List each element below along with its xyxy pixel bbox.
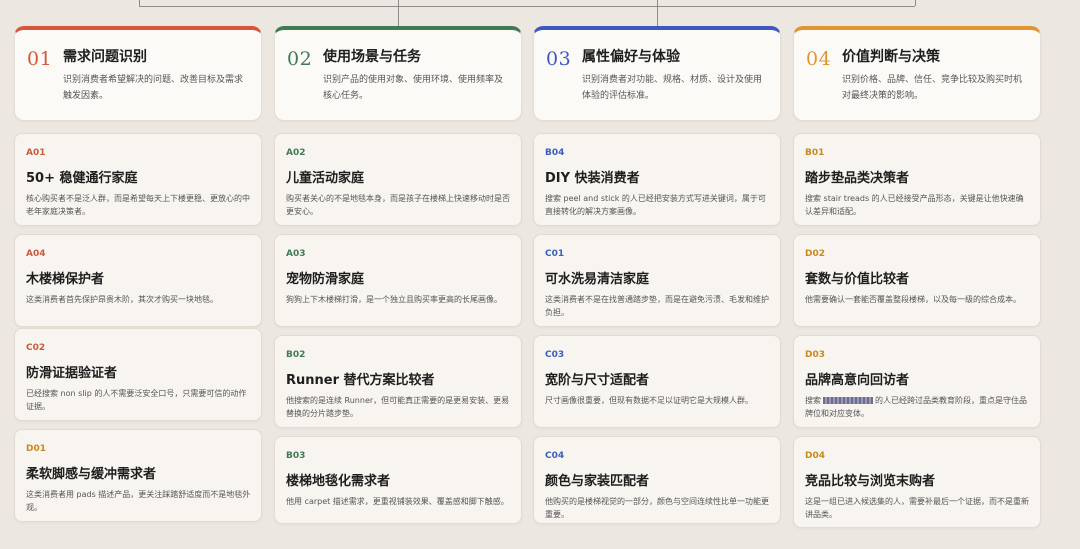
- persona-code: B03: [286, 451, 306, 461]
- column-number: 03: [546, 48, 572, 70]
- persona-card[interactable]: C03 宽阶与尺寸适配者 尺寸画像很重要，但现有数据不足以证明它是大规模人群。: [533, 335, 781, 428]
- persona-description: 这类消费者首先保护昂贵木阶，其次才购买一块地毯。: [26, 295, 218, 304]
- persona-description: 核心购买者不是泛人群，而是希望每天上下楼更稳、更放心的中老年家庭决策者。: [26, 194, 250, 216]
- persona-title: Runner 替代方案比较者: [286, 373, 435, 388]
- persona-description: 这类消费者用 pads 描述产品，更关注踩踏舒适度而不是地毯外观。: [26, 490, 251, 512]
- persona-title: 套数与价值比较者: [805, 272, 910, 287]
- persona-code: D03: [805, 350, 825, 360]
- persona-code: C02: [26, 343, 46, 353]
- persona-title: DIY 快装消费者: [545, 171, 640, 186]
- connector-horizontal-line: [139, 6, 915, 7]
- persona-title: 木楼梯保护者: [26, 272, 105, 287]
- persona-description: 他搜索的是连续 Runner，但可能真正需要的是更易安装、更易替换的分片踏步垫。: [286, 396, 510, 418]
- column-description: 识别价格、品牌、信任、竞争比较及购买时机对最终决策的影响。: [842, 75, 1023, 101]
- persona-description: 他购买的是楼梯视觉的一部分，颜色与空间连续性比单一功能更重要。: [545, 497, 769, 519]
- column-header: 02 使用场景与任务 识别产品的使用对象、使用环境、使用频率及核心任务。: [274, 26, 522, 121]
- column-header: 04 价值判断与决策 识别价格、品牌、信任、竞争比较及购买时机对最终决策的影响。: [793, 26, 1041, 121]
- persona-code: B01: [805, 148, 825, 158]
- persona-card[interactable]: B02 Runner 替代方案比较者 他搜索的是连续 Runner，但可能真正需…: [274, 335, 522, 428]
- persona-code: B02: [286, 350, 306, 360]
- column-3: 03 属性偏好与体验 识别消费者对功能、规格、材质、设计及使用体验的评估标准。 …: [533, 26, 781, 524]
- column-description: 识别消费者希望解决的问题、改善目标及需求触发因素。: [63, 75, 244, 101]
- column-title: 需求问题识别: [63, 49, 147, 65]
- persona-card[interactable]: B04 DIY 快装消费者 搜索 peel and stick 的人已经把安装方…: [533, 133, 781, 226]
- persona-description: 购买者关心的不是地毯本身，而是孩子在楼梯上快速移动时是否更安心。: [286, 194, 510, 216]
- column-description: 识别产品的使用对象、使用环境、使用频率及核心任务。: [323, 75, 504, 101]
- column-1: 01 需求问题识别 识别消费者希望解决的问题、改善目标及需求触发因素。 A01 …: [14, 26, 262, 522]
- persona-title: 儿童活动家庭: [286, 171, 365, 186]
- persona-code: D04: [805, 451, 825, 461]
- column-number: 01: [27, 48, 53, 70]
- persona-code: D02: [805, 249, 825, 259]
- persona-title: 50+ 稳健通行家庭: [26, 171, 138, 186]
- persona-card[interactable]: B03 楼梯地毯化需求者 他用 carpet 描述需求，更重视铺装效果、覆盖感和…: [274, 436, 522, 524]
- persona-code: C04: [545, 451, 565, 461]
- persona-card[interactable]: C01 可水洗易清洁家庭 这类消费者不是在找普通踏步垫，而是在避免污渍、毛发和维…: [533, 234, 781, 327]
- description-prefix: 搜索: [805, 396, 821, 405]
- connector-drop: [398, 6, 399, 26]
- persona-code: B04: [545, 148, 565, 158]
- redacted-keyword: [823, 397, 873, 404]
- column-header: 03 属性偏好与体验 识别消费者对功能、规格、材质、设计及使用体验的评估标准。: [533, 26, 781, 121]
- persona-title: 品牌高意向回访者: [805, 373, 910, 388]
- persona-title: 竞品比较与浏览末购者: [805, 474, 936, 489]
- persona-description: 这是一组已进入候选集的人，需要补最后一个证据，而不是重新讲品类。: [805, 497, 1029, 519]
- column-description: 识别消费者对功能、规格、材质、设计及使用体验的评估标准。: [582, 75, 763, 101]
- connector-stub: [915, 0, 916, 6]
- persona-card[interactable]: B01 踏步垫品类决策者 搜索 stair treads 的人已经接受产品形态，…: [793, 133, 1041, 226]
- persona-code: A04: [26, 249, 46, 259]
- persona-card[interactable]: D04 竞品比较与浏览末购者 这是一组已进入候选集的人，需要补最后一个证据，而不…: [793, 436, 1041, 528]
- persona-code: A02: [286, 148, 306, 158]
- persona-card[interactable]: A01 50+ 稳健通行家庭 核心购买者不是泛人群，而是希望每天上下楼更稳、更放…: [14, 133, 262, 226]
- persona-description: 搜索 的人已经跨过品类教育阶段，重点是守住品牌位和对应变体。: [805, 394, 1030, 420]
- column-title: 使用场景与任务: [323, 49, 421, 65]
- persona-card[interactable]: D01 柔软脚感与缓冲需求者 这类消费者用 pads 描述产品，更关注踩踏舒适度…: [14, 429, 262, 522]
- connector-drop: [657, 6, 658, 26]
- persona-title: 宠物防滑家庭: [286, 272, 365, 287]
- persona-code: A01: [26, 148, 46, 158]
- persona-card[interactable]: C04 颜色与家装匹配者 他购买的是楼梯视觉的一部分，颜色与空间连续性比单一功能…: [533, 436, 781, 524]
- persona-description: 搜索 peel and stick 的人已经把安装方式写进关键词，属于可直接转化…: [545, 194, 766, 216]
- persona-title: 宽阶与尺寸适配者: [545, 373, 650, 388]
- persona-title: 楼梯地毯化需求者: [286, 474, 391, 489]
- persona-description: 尺寸画像很重要，但现有数据不足以证明它是大规模人群。: [545, 396, 753, 405]
- persona-code: D01: [26, 444, 46, 454]
- persona-description: 这类消费者不是在找普通踏步垫，而是在避免污渍、毛发和维护负担。: [545, 295, 769, 317]
- persona-card[interactable]: A04 木楼梯保护者 这类消费者首先保护昂贵木阶，其次才购买一块地毯。: [14, 234, 262, 327]
- column-4: 04 价值判断与决策 识别价格、品牌、信任、竞争比较及购买时机对最终决策的影响。…: [793, 26, 1041, 528]
- persona-title: 踏步垫品类决策者: [805, 171, 910, 186]
- column-header: 01 需求问题识别 识别消费者希望解决的问题、改善目标及需求触发因素。: [14, 26, 262, 121]
- column-2: 02 使用场景与任务 识别产品的使用对象、使用环境、使用频率及核心任务。 A02…: [274, 26, 522, 524]
- persona-code: C01: [545, 249, 565, 259]
- persona-description: 他需要确认一套能否覆盖整段楼梯，以及每一级的综合成本。: [805, 295, 1021, 304]
- persona-card[interactable]: A03 宠物防滑家庭 狗狗上下木楼梯打滑，是一个独立且购买率更高的长尾画像。: [274, 234, 522, 327]
- column-number: 02: [287, 48, 313, 70]
- persona-code: C03: [545, 350, 565, 360]
- column-title: 价值判断与决策: [842, 49, 940, 65]
- column-number: 04: [806, 48, 832, 70]
- persona-title: 颜色与家装匹配者: [545, 474, 650, 489]
- persona-title: 可水洗易清洁家庭: [545, 272, 650, 287]
- persona-description: 已经搜索 non slip 的人不需要泛安全口号，只需要可信的动作证据。: [26, 389, 247, 411]
- persona-card[interactable]: D02 套数与价值比较者 他需要确认一套能否覆盖整段楼梯，以及每一级的综合成本。: [793, 234, 1041, 327]
- connector-stub: [139, 0, 140, 6]
- persona-code: A03: [286, 249, 306, 259]
- persona-card[interactable]: A02 儿童活动家庭 购买者关心的不是地毯本身，而是孩子在楼梯上快速移动时是否更…: [274, 133, 522, 226]
- persona-description: 狗狗上下木楼梯打滑，是一个独立且购买率更高的长尾画像。: [286, 295, 502, 304]
- persona-card[interactable]: C02 防滑证据验证者 已经搜索 non slip 的人不需要泛安全口号，只需要…: [14, 328, 262, 421]
- persona-description: 搜索 stair treads 的人已经接受产品形态，关键是让他快速确认差异和适…: [805, 194, 1024, 216]
- persona-description: 他用 carpet 描述需求，更重视铺装效果、覆盖感和脚下触感。: [286, 497, 509, 506]
- persona-title: 防滑证据验证者: [26, 366, 118, 381]
- persona-title: 柔软脚感与缓冲需求者: [26, 467, 157, 482]
- persona-card[interactable]: D03 品牌高意向回访者 搜索 的人已经跨过品类教育阶段，重点是守住品牌位和对应变…: [793, 335, 1041, 428]
- column-title: 属性偏好与体验: [582, 49, 680, 65]
